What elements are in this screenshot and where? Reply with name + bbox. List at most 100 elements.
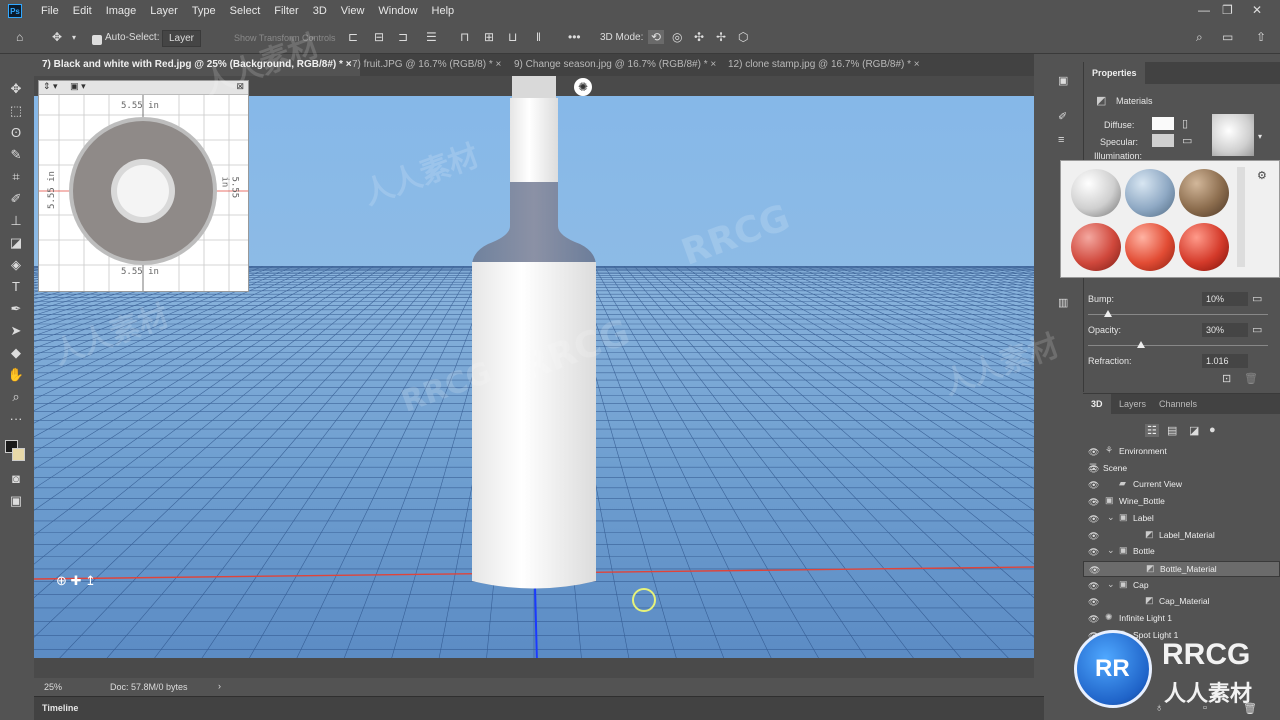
camera-select-icon[interactable]: ▣ ▾ xyxy=(70,81,86,91)
visibility-eye-icon[interactable]: 👁 xyxy=(1088,614,1099,625)
meshes-icon[interactable]: ▤ xyxy=(1167,424,1177,437)
zoom-level[interactable]: 25% xyxy=(44,682,62,692)
material-picker-popup[interactable]: ⚙ xyxy=(1060,160,1280,278)
scene-tree-row[interactable]: 👁 ☰ Scene xyxy=(1083,461,1280,477)
axis-widget-icon[interactable]: ⊕ ✚ ↥ xyxy=(56,573,96,589)
visibility-eye-icon[interactable]: 👁 xyxy=(1089,565,1100,576)
visibility-eye-icon[interactable]: 👁 xyxy=(1088,597,1099,608)
scene-tree-row[interactable]: 👁 ◩ Bottle_Material xyxy=(1083,560,1280,577)
menu-help[interactable]: Help xyxy=(425,5,462,17)
timeline-panel[interactable]: Timeline xyxy=(34,696,1044,720)
render-icon[interactable]: ⊡ xyxy=(1222,372,1231,385)
menu-file[interactable]: File xyxy=(34,5,66,17)
marquee-tool-icon[interactable]: ⬚ xyxy=(7,102,25,120)
scene-tree-row[interactable]: 👁 ✺ Infinite Light 1 xyxy=(1083,611,1280,627)
more-tools-icon[interactable]: ··· xyxy=(7,410,25,428)
share-icon[interactable]: ⇧ xyxy=(1256,30,1266,44)
secondary-view-window[interactable]: ⇕ ▾ ▣ ▾ ⊠ 5.55 in 5.55 in 5.55 in 5.55 i… xyxy=(38,80,249,292)
chevron-down-icon[interactable]: ▾ xyxy=(72,33,76,42)
material-swatch-blue[interactable] xyxy=(1125,169,1175,217)
opacity-slider-track[interactable] xyxy=(1088,345,1268,346)
screen-mode-icon[interactable]: ▣ xyxy=(7,492,25,510)
background-color-swatch[interactable] xyxy=(12,448,25,461)
scale-3d-icon[interactable]: ⬡ xyxy=(738,30,748,44)
scene-tree-row[interactable]: 👁 ⌄ ▣ Bottle xyxy=(1083,544,1280,560)
opacity-folder-icon[interactable]: ▭ xyxy=(1252,323,1262,336)
gear-icon[interactable]: ⚙ xyxy=(1257,169,1267,182)
hand-tool-icon[interactable]: ✋ xyxy=(7,366,25,384)
roll-3d-icon[interactable]: ◎ xyxy=(672,30,682,44)
brush-tool-icon[interactable]: ✐ xyxy=(7,190,25,208)
diffuse-texture-icon[interactable]: ▯ xyxy=(1182,117,1188,130)
close-icon[interactable]: × xyxy=(914,59,920,70)
close-icon[interactable]: × xyxy=(710,59,716,70)
more-options-icon[interactable]: ••• xyxy=(568,30,581,44)
shape-tool-icon[interactable]: ◆ xyxy=(7,344,25,362)
timeline-label[interactable]: Timeline xyxy=(42,703,78,713)
drag-3d-icon[interactable]: ✣ xyxy=(694,30,704,44)
material-swatch-white[interactable] xyxy=(1071,169,1121,217)
close-icon[interactable]: ✕ xyxy=(1252,3,1262,17)
expand-chevron-icon[interactable]: ⌄ xyxy=(1107,579,1115,590)
adjustments-icon[interactable]: ≡ xyxy=(1058,134,1064,146)
menu-select[interactable]: Select xyxy=(223,5,268,17)
quick-select-icon[interactable]: ✎ xyxy=(7,146,25,164)
visibility-eye-icon[interactable]: 👁 xyxy=(1088,514,1099,525)
align-center-icon[interactable]: ⊟ xyxy=(374,30,384,44)
align-bottom-icon[interactable]: ⊔ xyxy=(508,30,517,44)
materials-filter-icon[interactable]: ◪ xyxy=(1189,424,1199,437)
menu-edit[interactable]: Edit xyxy=(66,5,99,17)
menu-view[interactable]: View xyxy=(334,5,372,17)
info-icon[interactable]: ▥ xyxy=(1058,296,1068,309)
crop-tool-icon[interactable]: ⌗ xyxy=(7,168,25,186)
bump-value[interactable]: 10% xyxy=(1202,292,1248,306)
scene-tree-row[interactable]: 👁 ▰ Current View xyxy=(1083,477,1280,493)
specular-swatch[interactable] xyxy=(1152,134,1174,147)
zoom-tool-icon[interactable]: ⌕ xyxy=(7,388,25,406)
orbit-3d-icon[interactable]: ⟲ xyxy=(648,30,665,44)
scene-tree-row[interactable]: 👁 ◩ Cap_Material xyxy=(1083,594,1280,610)
menu-filter[interactable]: Filter xyxy=(267,5,305,17)
menu-layer[interactable]: Layer xyxy=(143,5,185,17)
paint-bucket-icon[interactable]: ◈ xyxy=(7,256,25,274)
align-top-icon[interactable]: ⊓ xyxy=(460,30,469,44)
move-tool-icon[interactable]: ✥ xyxy=(52,30,62,44)
tab-properties[interactable]: Properties xyxy=(1084,62,1145,84)
material-swatch-red[interactable] xyxy=(1125,223,1175,271)
diffuse-swatch[interactable] xyxy=(1152,117,1174,130)
path-select-icon[interactable]: ➤ xyxy=(7,322,25,340)
menu-type[interactable]: Type xyxy=(185,5,223,17)
opacity-slider-thumb[interactable] xyxy=(1137,341,1145,348)
menu-3d[interactable]: 3D xyxy=(306,5,334,17)
tab-channels[interactable]: Channels xyxy=(1151,394,1205,414)
align-left-icon[interactable]: ⊏ xyxy=(348,30,358,44)
quick-mask-icon[interactable]: ◙ xyxy=(7,470,25,488)
preview-chevron-icon[interactable]: ▾ xyxy=(1258,132,1262,141)
expand-chevron-icon[interactable]: ⌄ xyxy=(1093,495,1101,506)
menu-image[interactable]: Image xyxy=(99,5,144,17)
trash-icon[interactable]: 🗑 xyxy=(1244,372,1258,385)
visibility-eye-icon[interactable]: 👁 xyxy=(1088,531,1099,542)
bump-slider-track[interactable] xyxy=(1088,314,1268,315)
scene-tree-row[interactable]: 👁 ◩ Label_Material xyxy=(1083,528,1280,544)
bump-folder-icon[interactable]: ▭ xyxy=(1252,292,1262,305)
distribute-vertical-icon[interactable]: ‖ xyxy=(536,30,541,44)
stamp-tool-icon[interactable]: ⊥ xyxy=(7,212,25,230)
visibility-eye-icon[interactable]: 👁 xyxy=(1088,447,1099,458)
brush-settings-icon[interactable]: ✐ xyxy=(1058,110,1067,123)
home-icon[interactable]: ⌂ xyxy=(16,30,23,44)
lights-filter-icon[interactable]: ● xyxy=(1209,424,1216,436)
visibility-eye-icon[interactable]: 👁 xyxy=(1088,480,1099,491)
material-preview[interactable] xyxy=(1212,114,1254,156)
type-tool-icon[interactable]: T xyxy=(7,278,25,296)
scene-tree-row[interactable]: 👁 ⚘ Environment xyxy=(1083,444,1280,460)
visibility-eye-icon[interactable]: 👁 xyxy=(1088,581,1099,592)
tab-fruit[interactable]: 7) fruit.JPG @ 16.7% (RGB/8) * × xyxy=(344,54,509,76)
workspace-icon[interactable]: ▭ xyxy=(1222,30,1233,44)
opacity-value[interactable]: 30% xyxy=(1202,323,1248,337)
align-middle-icon[interactable]: ⊞ xyxy=(484,30,494,44)
pen-tool-icon[interactable]: ✒ xyxy=(7,300,25,318)
view-menu-icon[interactable]: ⇕ ▾ xyxy=(43,81,58,91)
folder-icon[interactable]: ▭ xyxy=(1182,134,1192,147)
material-swatch-wood[interactable] xyxy=(1179,169,1229,217)
